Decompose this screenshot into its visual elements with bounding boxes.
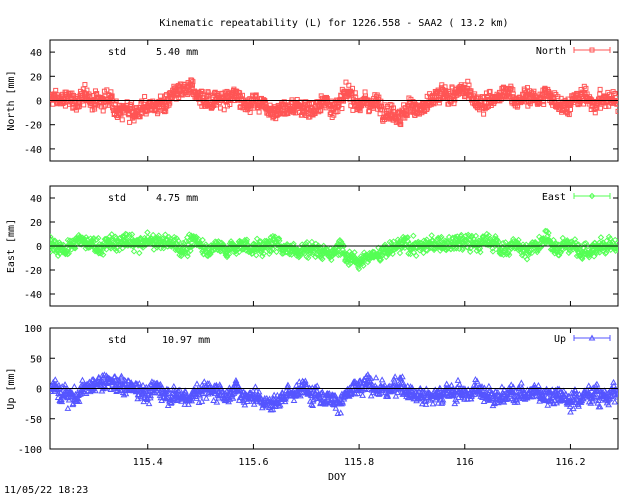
data-point [611, 398, 618, 405]
legend-label: Up [554, 334, 566, 345]
data-point [100, 108, 106, 114]
data-point [535, 382, 542, 389]
data-point [51, 376, 59, 383]
panels: -40-2002040North [mm]std 5.40 mm North-40-… [6, 39, 619, 468]
panel-up: -100 -50 0 50 100 115.4 115.6 115.8 116 116.2 Up [… [6, 324, 619, 468]
y-tick-label: 0 [36, 97, 42, 108]
data-point [362, 89, 368, 95]
data-point [518, 379, 525, 386]
x-tick-label: 116.2 [555, 457, 585, 468]
y-tick-label: 100 [24, 324, 42, 335]
y-tick-label: 20 [30, 72, 42, 83]
panel-east: -40 -20 0 20 40 East [mm] std 4.75 mm East [6, 185, 619, 307]
data-point [157, 93, 163, 99]
y-axis-label: North [mm] [6, 70, 17, 130]
y-tick-label: 20 [30, 218, 42, 229]
data-point [142, 94, 148, 100]
panel-north: -40 -20 0 20 40 North [mm] std 5.40 mm North [6, 39, 619, 162]
data-point [193, 380, 201, 387]
chart-title: Kinematic repeatability (L) for 1226.558… [159, 18, 508, 29]
data-point [350, 107, 356, 113]
data-point [256, 109, 262, 115]
y-axis-label: East [mm] [6, 219, 17, 273]
data-point [337, 409, 345, 416]
data-point [144, 229, 151, 236]
y-tick-label: 40 [30, 194, 42, 205]
y-tick-label: 50 [30, 354, 42, 365]
y-tick-label: -100 [18, 445, 42, 456]
x-axis-label: DOY [328, 472, 346, 483]
y-axis-label: Up [mm] [6, 367, 17, 409]
data-point [82, 82, 88, 88]
data-point [64, 404, 72, 411]
legend-label: North [536, 46, 566, 57]
data-point [481, 111, 487, 117]
x-tick-label: 116 [456, 457, 474, 468]
y-tick-label: -50 [24, 415, 42, 426]
data-point [71, 383, 78, 390]
series-points [50, 227, 618, 273]
data-point [597, 86, 603, 92]
data-point [359, 391, 366, 398]
y-tick-label: -20 [24, 121, 42, 132]
legend-label: East [542, 192, 566, 203]
timestamp: 11/05/22 18:23 [4, 485, 88, 496]
data-point [130, 248, 138, 255]
y-tick-label: 0 [36, 242, 42, 253]
std-label: std [108, 193, 126, 204]
std-label: std [108, 47, 126, 58]
data-point [372, 374, 380, 381]
figure: Kinematic repeatability (L) for 1226.558… [4, 18, 619, 496]
std-value: 4.75 mm [156, 193, 198, 204]
y-tick-label: 0 [36, 385, 42, 396]
std-label: std [108, 335, 126, 346]
data-point [428, 232, 435, 239]
data-point [119, 117, 125, 123]
x-tick-label: 115.8 [344, 457, 374, 468]
x-tick-label: 115.4 [133, 457, 163, 468]
y-tick-label: -20 [24, 266, 42, 277]
y-tick-label: -40 [24, 290, 42, 301]
std-value: 5.40 mm [156, 47, 198, 58]
series-points [50, 371, 618, 417]
data-point [79, 376, 86, 383]
data-point [136, 249, 143, 257]
data-point [410, 232, 417, 240]
y-tick-label: 40 [30, 48, 42, 59]
data-point [396, 249, 404, 257]
data-point [378, 376, 386, 383]
data-point [597, 234, 605, 241]
std-value: 10.97 mm [162, 335, 210, 346]
y-tick-label: -40 [24, 145, 42, 156]
series-points [50, 77, 618, 128]
x-tick-label: 115.6 [238, 457, 268, 468]
data-point [127, 119, 133, 125]
